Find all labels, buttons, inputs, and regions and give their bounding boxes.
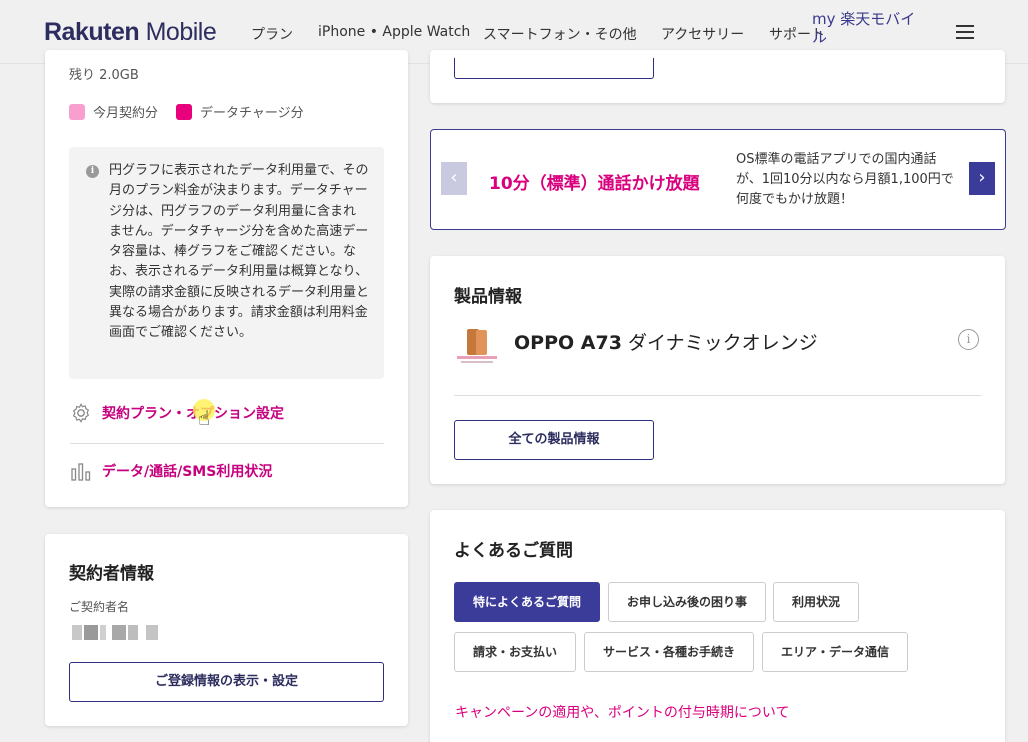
divider — [454, 395, 981, 396]
legend-swatch-monthly — [69, 103, 85, 120]
usage-status-link[interactable]: データ/通話/SMS利用状況 — [70, 460, 272, 482]
contract-title: 契約者情報 — [69, 564, 154, 584]
nav-plan[interactable]: プラン — [251, 24, 293, 44]
usage-status-label: データ/通話/SMS利用状況 — [102, 464, 273, 480]
carousel-next-button[interactable]: › — [969, 162, 995, 195]
registration-info-button[interactable]: ご登録情報の表示・設定 — [69, 662, 384, 702]
faq-chip-area-data[interactable]: エリア・データ通信 — [762, 632, 908, 672]
all-product-info-button[interactable]: 全ての製品情報 — [454, 420, 654, 460]
plan-option-settings-link[interactable]: 契約プラン・オプション設定 — [70, 402, 284, 424]
faq-chip-after-application[interactable]: お申し込み後の困り事 — [608, 582, 766, 622]
my-rakuten-mobile-link[interactable]: my 楽天モバイル — [812, 10, 930, 46]
nav-iphone-apple-watch[interactable]: iPhone • Apple Watch — [318, 24, 470, 40]
gear-icon — [72, 403, 90, 423]
phone-image — [455, 328, 501, 368]
product-title: 製品情報 — [454, 287, 522, 307]
promo-title[interactable]: 10分（標準）通話かけ放題 — [489, 169, 700, 194]
hamburger-menu-icon[interactable] — [956, 24, 976, 41]
legend-charge: データチャージ分 — [176, 102, 304, 121]
product-name: OPPO A73 ダイナミックオレンジ — [514, 332, 818, 354]
legend-label-monthly: 今月契約分 — [93, 106, 159, 121]
nav-smartphone-other[interactable]: スマートフォン・その他 — [483, 24, 637, 44]
partial-button[interactable] — [454, 58, 654, 79]
nav-accessories[interactable]: アクセサリー — [661, 24, 744, 44]
usage-info-box: i 円グラフに表示されたデータ利用量で、その月のプラン料金が決まります。データチ… — [69, 147, 384, 379]
legend-swatch-charge — [176, 103, 192, 120]
promo-description: OS標準の電話アプリでの国内通話が、1回10分以内なら月額1,100円で何度でも… — [736, 152, 954, 207]
legend-monthly: 今月契約分 — [69, 102, 158, 121]
product-info-icon[interactable]: i — [958, 329, 979, 350]
contract-name-label: ご契約者名 — [69, 600, 130, 614]
bar-chart-icon — [71, 463, 91, 481]
faq-chip-usage[interactable]: 利用状況 — [773, 582, 859, 622]
legend-label-charge: データチャージ分 — [200, 106, 304, 121]
faq-chip-billing[interactable]: 請求・お支払い — [454, 632, 576, 672]
rakuten-mobile-logo[interactable]: Rakuten Mobile — [44, 18, 217, 47]
faq-campaign-link[interactable]: キャンペーンの適用や、ポイントの付与時期について — [455, 702, 789, 722]
hand-cursor-icon: ☝ — [198, 406, 211, 430]
promo-banner: ‹ 10分（標準）通話かけ放題 OS標準の電話アプリでの国内通話が、1回10分以… — [430, 129, 1006, 230]
faq-chip-procedures[interactable]: サービス・各種お手続き — [584, 632, 754, 672]
divider — [70, 443, 384, 444]
usage-info-text: 円グラフに表示されたデータ利用量で、その月のプラン料金が決まります。データチャー… — [109, 163, 370, 341]
remaining-data: 残り 2.0GB — [69, 68, 139, 83]
info-icon: i — [86, 165, 99, 178]
faq-title: よくあるご質問 — [454, 541, 573, 561]
contract-name-blurred — [72, 625, 158, 640]
carousel-prev-button[interactable]: ‹ — [441, 162, 467, 195]
faq-chip-top[interactable]: 特によくあるご質問 — [454, 582, 600, 622]
